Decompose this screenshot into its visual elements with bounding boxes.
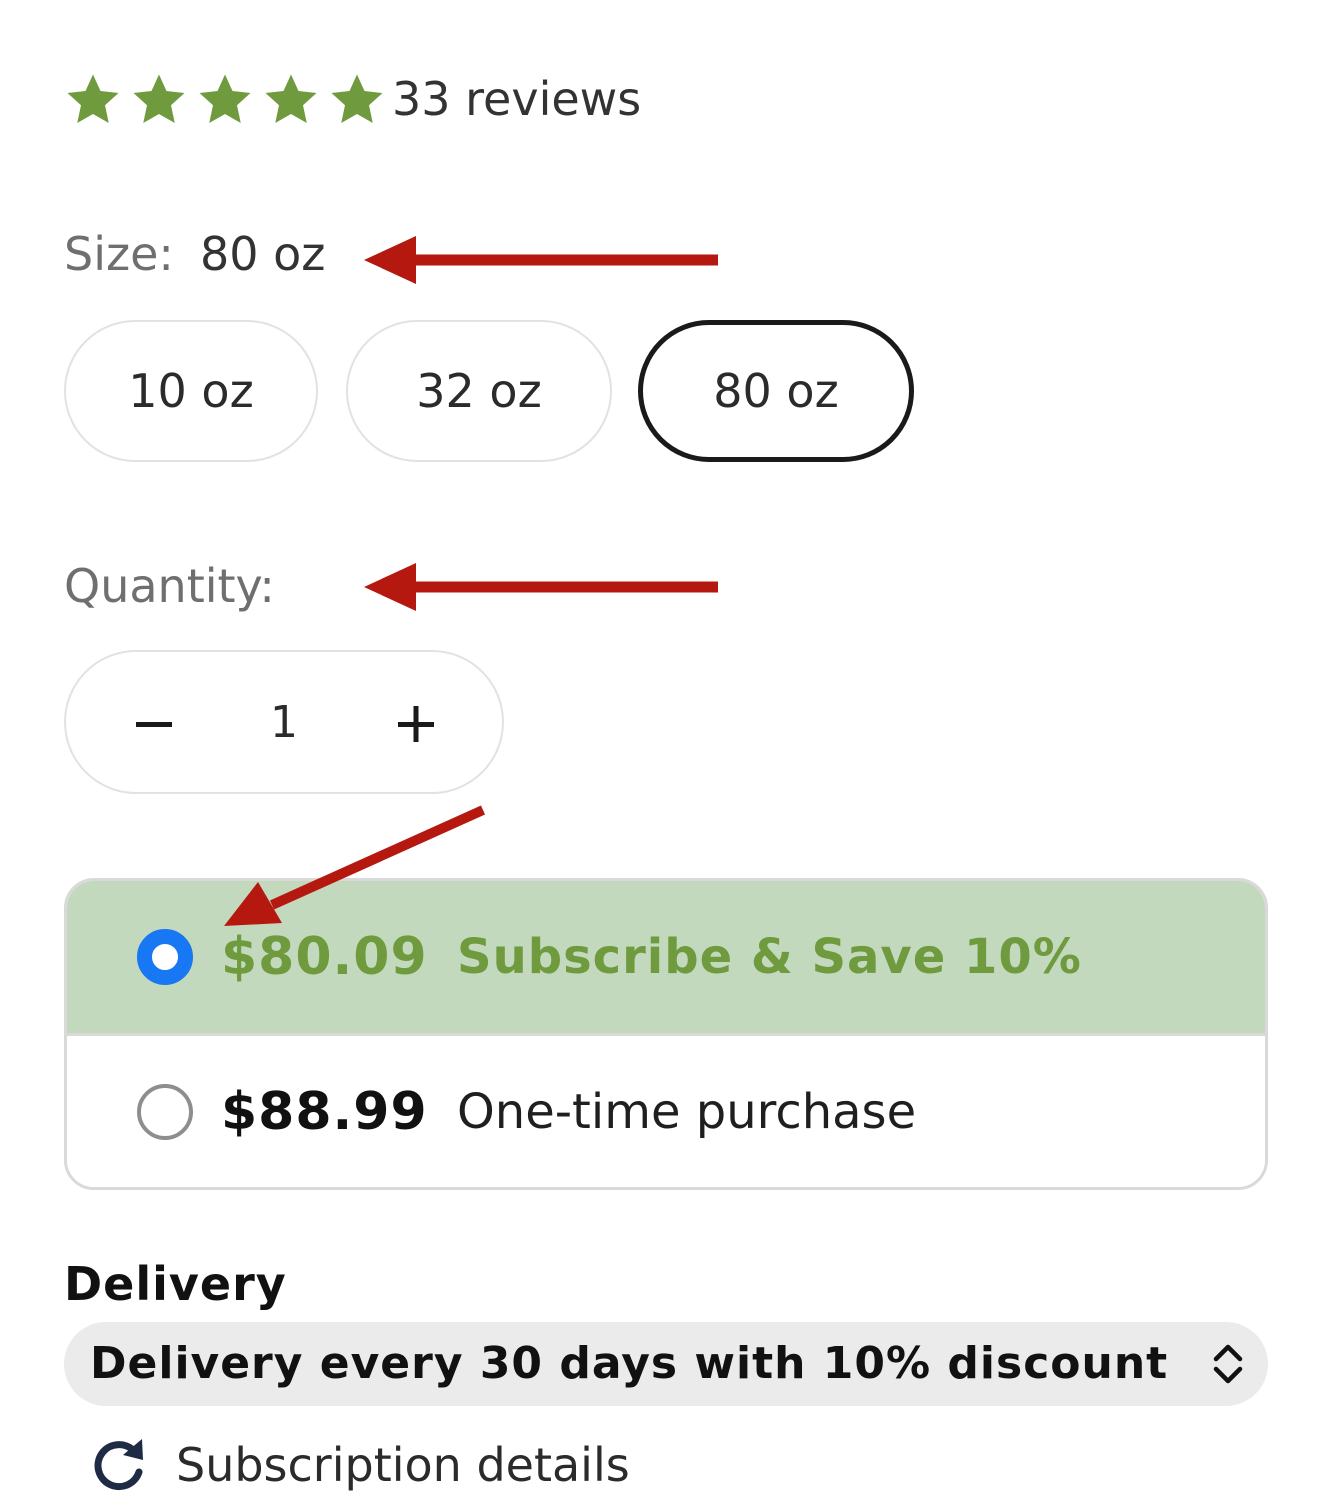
purchase-options: $80.09 Subscribe & Save 10% $88.99 One-t…	[64, 878, 1268, 1190]
size-label: Size:	[64, 227, 174, 281]
quantity-input[interactable]: 1	[234, 688, 334, 758]
delivery-title: Delivery	[64, 1257, 287, 1311]
subscribe-price: $80.09	[221, 927, 428, 987]
one-time-label: One-time purchase	[457, 1084, 917, 1140]
subscribe-option[interactable]: $80.09 Subscribe & Save 10%	[67, 881, 1265, 1036]
star-icon	[199, 74, 251, 123]
quantity-decrement-button[interactable]	[122, 692, 186, 756]
subscribe-label: Subscribe & Save 10%	[457, 929, 1082, 985]
size-selected-value: 80 oz	[199, 227, 326, 281]
star-icon	[331, 74, 383, 123]
one-time-price: $88.99	[221, 1082, 428, 1142]
one-time-radio[interactable]	[137, 1084, 193, 1140]
minus-icon	[136, 722, 172, 727]
quantity-increment-button[interactable]	[384, 692, 448, 756]
quantity-label: Quantity:	[64, 559, 275, 613]
subscription-details-label: Subscription details	[176, 1438, 630, 1492]
size-option-80oz[interactable]: 80 oz	[638, 320, 914, 462]
quantity-stepper: 1	[64, 650, 504, 794]
chevron-up-down-icon	[1213, 1344, 1243, 1384]
star-icon	[67, 74, 119, 123]
arrow-icon	[364, 236, 718, 284]
refresh-icon	[94, 1439, 143, 1491]
star-rating	[62, 70, 388, 130]
reviews-link[interactable]: 33 reviews	[392, 68, 641, 130]
one-time-option[interactable]: $88.99 One-time purchase	[67, 1036, 1265, 1187]
star-icon	[133, 74, 185, 123]
subscribe-radio[interactable]	[137, 929, 193, 985]
arrow-icon	[364, 563, 718, 611]
delivery-selected-option: Delivery every 30 days with 10% discount	[90, 1338, 1169, 1389]
delivery-frequency-select[interactable]: Delivery every 30 days with 10% discount	[64, 1322, 1268, 1406]
size-option-10oz[interactable]: 10 oz	[64, 320, 318, 462]
size-row: Size: 80 oz	[64, 222, 325, 286]
star-icon	[265, 74, 317, 123]
subscription-details-link[interactable]: Subscription details	[90, 1430, 630, 1500]
plus-icon	[398, 706, 434, 742]
size-option-32oz[interactable]: 32 oz	[346, 320, 612, 462]
